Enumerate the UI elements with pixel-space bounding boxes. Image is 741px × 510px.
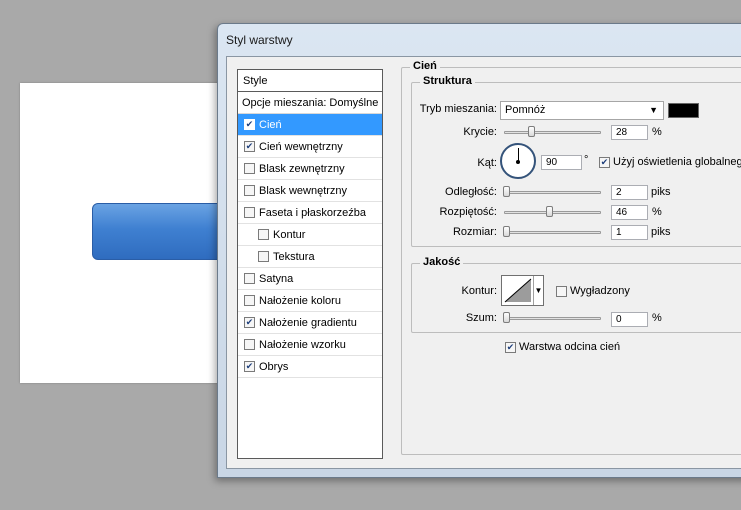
opacity-slider-thumb[interactable]	[528, 126, 535, 137]
style-item-label: Satyna	[259, 272, 294, 285]
size-input[interactable]: 1	[611, 225, 648, 240]
style-item-checkbox[interactable]	[244, 163, 255, 174]
canvas-blue-button-shape	[92, 203, 232, 260]
distance-label: Odległość:	[445, 186, 497, 198]
distance-input[interactable]: 2	[611, 185, 648, 200]
blend-mode-label: Tryb mieszania:	[419, 103, 497, 115]
opacity-input[interactable]: 28	[611, 125, 648, 140]
spread-slider-thumb[interactable]	[546, 206, 553, 217]
contour-curve-icon	[504, 278, 532, 303]
layer-style-dialog: Styl warstwy Style Opcje mieszania: Domy…	[217, 23, 741, 478]
size-unit: piks	[651, 226, 671, 238]
blending-options-item[interactable]: Opcje mieszania: Domyślne	[238, 92, 382, 114]
styles-list-header[interactable]: Style	[238, 70, 382, 92]
style-item-checkbox[interactable]: ✔	[244, 361, 255, 372]
style-item[interactable]: Nałożenie wzorku	[238, 334, 382, 356]
shadow-color-swatch[interactable]	[668, 103, 699, 118]
noise-label: Szum:	[465, 312, 497, 324]
blend-mode-select[interactable]: Pomnóż ▼	[500, 101, 664, 120]
size-label: Rozmiar:	[452, 226, 497, 238]
style-item-checkbox[interactable]: ✔	[244, 119, 255, 130]
structure-group-title: Struktura	[420, 75, 475, 87]
style-item-checkbox[interactable]	[244, 273, 255, 284]
style-item[interactable]: Faseta i płaskorzeźba	[238, 202, 382, 224]
style-item[interactable]: ✔ Cień wewnętrzny	[238, 136, 382, 158]
global-light-check[interactable]: ✔	[599, 156, 610, 168]
global-light-label: Użyj oświetlenia globalnego	[613, 156, 741, 168]
style-item-label: Cień	[259, 118, 282, 131]
size-slider-thumb[interactable]	[503, 226, 510, 237]
style-item-checkbox[interactable]	[258, 229, 269, 240]
style-item-checkbox[interactable]	[244, 207, 255, 218]
style-item-label: Obrys	[259, 360, 289, 373]
opacity-unit: %	[652, 126, 662, 138]
noise-slider-thumb[interactable]	[503, 312, 510, 323]
style-item-checkbox[interactable]: ✔	[244, 141, 255, 152]
noise-input[interactable]: 0	[611, 312, 648, 327]
angle-dial[interactable]	[500, 143, 536, 179]
chevron-down-icon[interactable]: ▼	[533, 276, 543, 305]
opacity-slider[interactable]	[504, 131, 601, 134]
antialias-checkbox[interactable]: Wygładzony	[556, 285, 630, 297]
blend-mode-value: Pomnóż	[505, 104, 546, 116]
size-slider[interactable]	[504, 231, 601, 234]
styles-list: Style Opcje mieszania: Domyślne ✔ Cień ✔ Ci…	[237, 69, 383, 459]
style-item[interactable]: Nałożenie koloru	[238, 290, 382, 312]
opacity-label: Krycie:	[463, 126, 497, 138]
style-item-label: Nałożenie gradientu	[259, 316, 357, 329]
layer-knocks-out-check[interactable]: ✔	[505, 341, 516, 353]
antialias-label: Wygładzony	[570, 285, 630, 297]
style-item[interactable]: Kontur	[238, 224, 382, 246]
antialias-check[interactable]	[556, 285, 567, 297]
style-item[interactable]: Tekstura	[238, 246, 382, 268]
noise-unit: %	[652, 312, 662, 324]
spread-input[interactable]: 46	[611, 205, 648, 220]
angle-label: Kąt:	[477, 157, 497, 169]
style-item-checkbox[interactable]	[258, 251, 269, 262]
contour-picker[interactable]: ▼	[501, 275, 544, 306]
style-item-label: Cień wewnętrzny	[259, 140, 343, 153]
angle-input[interactable]: 90	[541, 155, 582, 170]
dialog-title: Styl warstwy	[226, 33, 293, 47]
angle-dial-center	[516, 160, 520, 164]
layer-knocks-out-checkbox[interactable]: ✔ Warstwa odcina cień	[505, 341, 620, 353]
style-item-label: Kontur	[273, 228, 306, 241]
style-item-checkbox[interactable]	[244, 295, 255, 306]
layer-knocks-out-label: Warstwa odcina cień	[519, 341, 621, 353]
style-item[interactable]: ✔ Cień	[238, 114, 382, 136]
style-item-label: Tekstura	[273, 250, 315, 263]
chevron-down-icon: ▼	[649, 105, 658, 115]
style-item-checkbox[interactable]: ✔	[244, 317, 255, 328]
style-item[interactable]: Blask wewnętrzny	[238, 180, 382, 202]
style-item-label: Blask zewnętrzny	[259, 162, 345, 175]
contour-label: Kontur:	[461, 285, 497, 297]
style-item[interactable]: Blask zewnętrzny	[238, 158, 382, 180]
style-item-label: Nałożenie koloru	[259, 294, 341, 307]
quality-group-title: Jakość	[420, 256, 464, 268]
style-item-label: Blask wewnętrzny	[259, 184, 348, 197]
style-item-checkbox[interactable]	[244, 185, 255, 196]
global-light-checkbox[interactable]: ✔ Użyj oświetlenia globalnego	[599, 156, 741, 168]
distance-slider[interactable]	[504, 191, 601, 194]
drop-shadow-group-title: Cień	[410, 60, 440, 72]
style-item-label: Nałożenie wzorku	[259, 338, 346, 351]
style-item[interactable]: Satyna	[238, 268, 382, 290]
distance-slider-thumb[interactable]	[503, 186, 510, 197]
dialog-client-area: Style Opcje mieszania: Domyślne ✔ Cień ✔ Ci…	[226, 56, 741, 469]
distance-unit: piks	[651, 186, 671, 198]
style-item-checkbox[interactable]	[244, 339, 255, 350]
spread-unit: %	[652, 206, 662, 218]
style-item[interactable]: ✔ Obrys	[238, 356, 382, 378]
noise-slider[interactable]	[504, 317, 601, 320]
style-item[interactable]: ✔ Nałożenie gradientu	[238, 312, 382, 334]
spread-label: Rozpiętość:	[439, 206, 497, 218]
style-item-label: Faseta i płaskorzeźba	[259, 206, 366, 219]
angle-unit: °	[584, 154, 589, 166]
